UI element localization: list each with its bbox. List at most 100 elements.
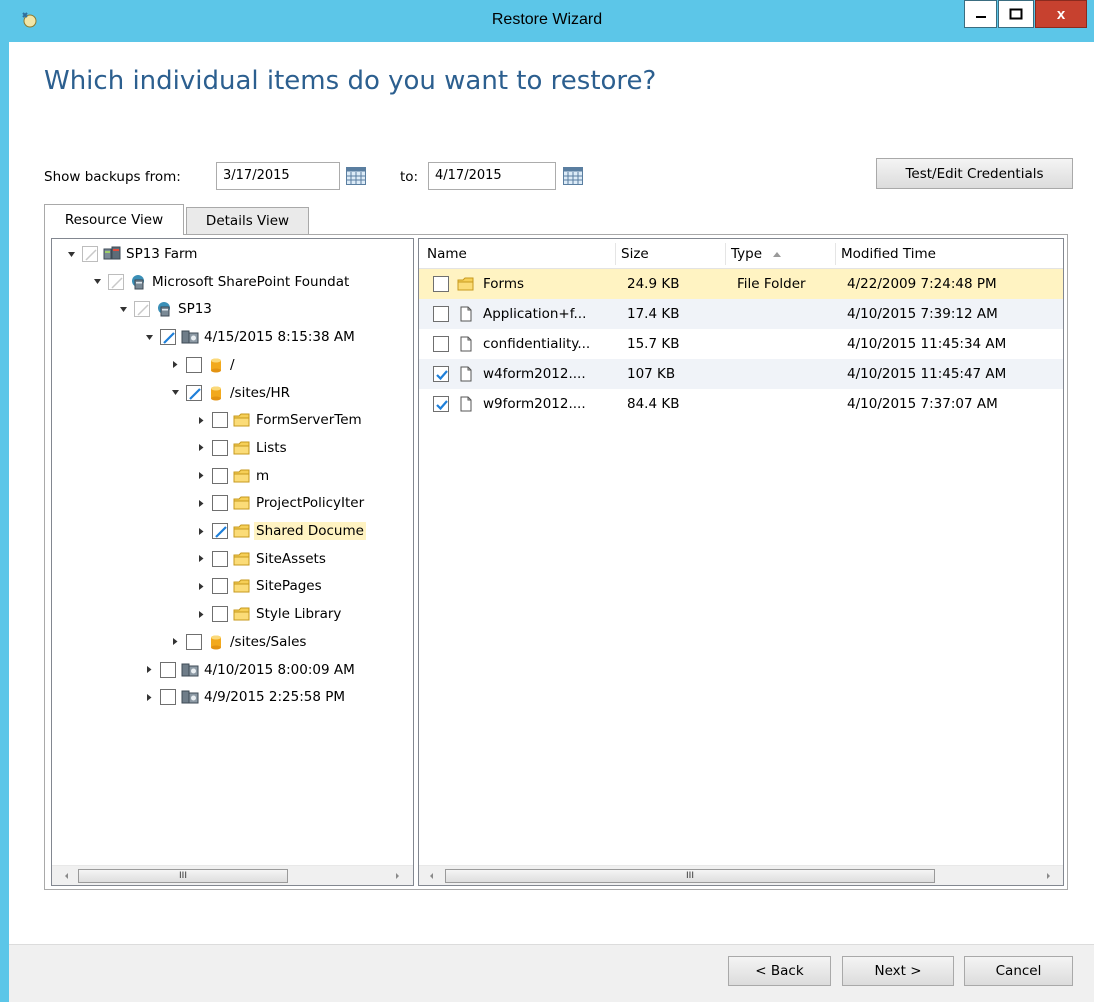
tree-node[interactable]: 4/15/2015 8:15:38 AM — [142, 324, 357, 350]
title-bar: Restore Wizard x — [0, 0, 1094, 42]
row-checkbox[interactable] — [433, 366, 449, 382]
tree-node-checkbox[interactable] — [212, 523, 228, 539]
cell-size: 84.4 KB — [627, 396, 680, 412]
row-checkbox[interactable] — [433, 276, 449, 292]
row-checkbox[interactable] — [433, 336, 449, 352]
tree-scroll-thumb[interactable]: III — [78, 869, 288, 883]
folder-icon — [233, 551, 251, 567]
tree-horizontal-scrollbar[interactable]: III — [52, 865, 413, 885]
items-grid: Name Size Type Modified Time Forms 24.9 K… — [418, 238, 1064, 886]
grid-row[interactable]: w4form2012.... 107 KB 4/10/2015 11:45:47 A… — [419, 359, 1063, 389]
tree-node[interactable]: /sites/Sales — [168, 629, 308, 655]
cell-modified: 4/10/2015 7:37:07 AM — [847, 396, 998, 412]
scroll-grip: III — [686, 871, 694, 881]
tree-node[interactable]: Shared Docume — [194, 518, 366, 544]
tree-node[interactable]: SP13 Farm — [64, 241, 199, 267]
expand-arrow-icon[interactable] — [168, 360, 182, 369]
tree-node-label: 4/9/2015 2:25:58 PM — [204, 689, 346, 706]
tree-node[interactable]: SitePages — [194, 573, 324, 599]
expand-arrow-icon[interactable] — [142, 665, 156, 674]
tree-node-checkbox[interactable] — [186, 633, 202, 650]
maximize-button[interactable] — [998, 0, 1034, 28]
back-button[interactable]: < Back — [728, 956, 831, 986]
grid-row[interactable]: Forms 24.9 KB File Folder 4/22/2009 7:24:48… — [419, 269, 1063, 299]
tree-node-checkbox[interactable] — [212, 578, 228, 595]
column-header-modified[interactable]: Modified Time — [841, 246, 936, 262]
expand-arrow-icon[interactable] — [194, 527, 208, 536]
column-header-name[interactable]: Name — [427, 246, 467, 262]
tree-node[interactable]: 4/9/2015 2:25:58 PM — [142, 684, 347, 710]
column-header-type[interactable]: Type — [731, 246, 762, 262]
tree-node[interactable]: m — [194, 463, 271, 489]
tree-node[interactable]: SiteAssets — [194, 546, 328, 572]
cell-name: Application+f... — [483, 306, 587, 322]
grid-row[interactable]: confidentiality... 15.7 KB 4/10/2015 11:45… — [419, 329, 1063, 359]
collapse-arrow-icon[interactable] — [168, 388, 182, 397]
tree-node[interactable]: Style Library — [194, 601, 343, 627]
tree-node-checkbox[interactable] — [186, 356, 202, 373]
next-button[interactable]: Next > — [842, 956, 954, 986]
grid-row[interactable]: w9form2012.... 84.4 KB 4/10/2015 7:37:07 A… — [419, 389, 1063, 419]
expand-arrow-icon[interactable] — [194, 610, 208, 619]
tree-node-checkbox[interactable] — [186, 384, 202, 401]
from-date-field[interactable]: 3/17/2015 — [216, 162, 340, 190]
scroll-left-icon[interactable] — [62, 871, 72, 881]
to-date-field[interactable]: 4/17/2015 — [428, 162, 556, 190]
column-header-size[interactable]: Size — [621, 246, 649, 262]
collapse-arrow-icon[interactable] — [142, 333, 156, 342]
tree-node-checkbox[interactable] — [212, 439, 228, 456]
collapse-arrow-icon[interactable] — [116, 305, 130, 314]
tree-node-checkbox[interactable] — [160, 689, 176, 706]
tree-node[interactable]: ProjectPolicyIter — [194, 490, 366, 516]
expand-arrow-icon[interactable] — [194, 416, 208, 425]
tree-node[interactable]: Lists — [194, 435, 289, 461]
tree-node-checkbox[interactable] — [212, 495, 228, 512]
tree-node-checkbox[interactable] — [160, 329, 176, 346]
tree-node-checkbox[interactable] — [212, 412, 228, 429]
row-checkbox[interactable] — [433, 396, 449, 412]
column-divider — [725, 243, 726, 265]
grid-row[interactable]: Application+f... 17.4 KB 4/10/2015 7:39:12… — [419, 299, 1063, 329]
cell-name: Forms — [483, 276, 525, 292]
tree-node[interactable]: 4/10/2015 8:00:09 AM — [142, 657, 357, 683]
scroll-right-icon[interactable] — [392, 871, 402, 881]
expand-arrow-icon[interactable] — [142, 693, 156, 702]
tree-node[interactable]: /sites/HR — [168, 380, 292, 406]
row-checkbox[interactable] — [433, 306, 449, 322]
scroll-right-icon[interactable] — [1043, 871, 1053, 881]
folder-icon — [233, 468, 251, 484]
calendar-icon[interactable] — [346, 167, 366, 185]
scroll-left-icon[interactable] — [427, 871, 437, 881]
tree-node[interactable]: FormServerTem — [194, 407, 364, 433]
cell-name: w9form2012.... — [483, 396, 586, 412]
tree-node[interactable]: SP13 — [116, 296, 214, 322]
cancel-button[interactable]: Cancel — [964, 956, 1073, 986]
calendar-icon[interactable] — [563, 167, 583, 185]
server-icon — [129, 274, 147, 290]
backup-icon — [181, 329, 199, 345]
grid-horizontal-scrollbar[interactable]: III — [419, 865, 1063, 885]
tree-node-checkbox[interactable] — [212, 606, 228, 623]
expand-arrow-icon[interactable] — [168, 637, 182, 646]
close-button[interactable]: x — [1035, 0, 1087, 28]
test-edit-credentials-button[interactable]: Test/Edit Credentials — [876, 158, 1073, 189]
tree-node-checkbox[interactable] — [212, 467, 228, 484]
tree-node-checkbox[interactable] — [160, 661, 176, 678]
collapse-arrow-icon[interactable] — [64, 250, 78, 259]
expand-arrow-icon[interactable] — [194, 443, 208, 452]
tree-node-checkbox[interactable] — [212, 550, 228, 567]
expand-arrow-icon[interactable] — [194, 471, 208, 480]
tree-node[interactable]: / — [168, 352, 237, 378]
expand-arrow-icon[interactable] — [194, 499, 208, 508]
expand-arrow-icon[interactable] — [194, 554, 208, 563]
minimize-icon — [975, 16, 986, 18]
tree-node[interactable]: Microsoft SharePoint Foundat — [90, 269, 351, 295]
expand-arrow-icon[interactable] — [194, 582, 208, 591]
collapse-arrow-icon[interactable] — [90, 277, 104, 286]
minimize-button[interactable] — [964, 0, 997, 28]
tree-node-label: m — [256, 467, 270, 484]
grid-scroll-thumb[interactable]: III — [445, 869, 935, 883]
tab-resource-view[interactable]: Resource View — [44, 204, 184, 235]
tab-details-view[interactable]: Details View — [186, 207, 309, 234]
backup-icon — [181, 689, 199, 705]
